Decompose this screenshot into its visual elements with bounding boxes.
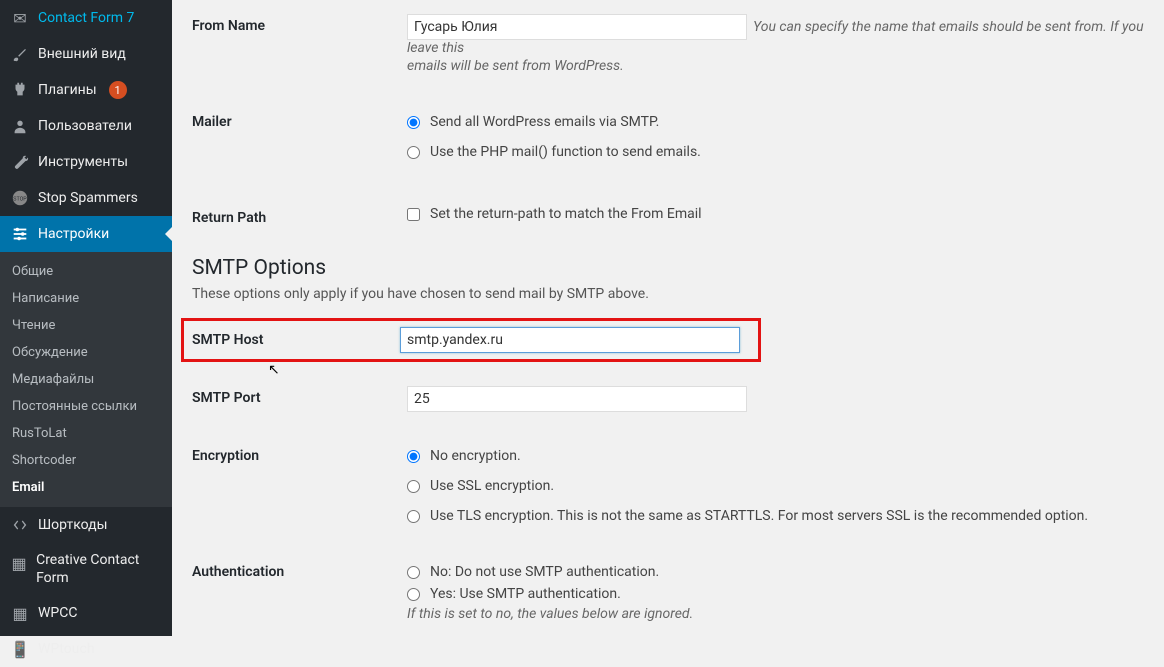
sidebar-item-label: WPCC [38,605,77,621]
from-name-desc-below: emails will be sent from WordPress. [407,58,1144,74]
admin-sidebar: ✉ Contact Form 7 Внешний вид Плагины 1 П… [0,0,172,636]
encryption-tls-radio[interactable] [407,510,420,523]
auth-no-label[interactable]: No: Do not use SMTP authentication. [430,564,659,580]
settings-content: From Name You can specify the name that … [172,0,1164,636]
submenu-general[interactable]: Общие [0,258,172,285]
stop-icon: STOP [10,188,30,208]
mailer-smtp-radio[interactable] [407,116,420,129]
smtp-port-label: SMTP Port [192,386,407,406]
sidebar-item-label: Stop Spammers [38,190,138,206]
from-name-label: From Name [192,14,407,34]
sidebar-item-shortcodes[interactable]: Шорткоды [0,507,172,543]
sidebar-item-tools[interactable]: Инструменты [0,144,172,180]
smtp-options-heading: SMTP Options [192,256,1144,280]
smtp-port-input[interactable] [407,386,747,412]
sidebar-item-label: Внешний вид [38,46,126,62]
return-path-check-label[interactable]: Set the return-path to match the From Em… [430,206,702,222]
mobile-icon: 📱 [10,639,30,659]
return-path-label: Return Path [192,206,407,226]
sidebar-item-users[interactable]: Пользователи [0,108,172,144]
form-icon: ▦ [10,553,28,573]
sidebar-item-plugins[interactable]: Плагины 1 [0,72,172,108]
submenu-rustolat[interactable]: RusToLat [0,420,172,447]
mailer-php-radio[interactable] [407,146,420,159]
row-encryption: Encryption No encryption. Use SSL encryp… [192,424,1144,546]
return-path-checkbox[interactable] [407,208,420,221]
row-return-path: Return Path Set the return-path to match… [192,182,1144,238]
auth-label: Authentication [192,560,407,580]
mailer-label: Mailer [192,110,407,130]
row-from-name: From Name You can specify the name that … [192,10,1144,86]
submenu-discussion[interactable]: Обсуждение [0,339,172,366]
row-authentication: Authentication No: Do not use SMTP authe… [192,546,1144,634]
submenu-writing[interactable]: Написание [0,285,172,312]
generic-icon: ▦ [10,603,30,623]
submenu-email[interactable]: Email [0,474,172,501]
row-smtp-port: SMTP Port [192,362,1144,424]
auth-note: If this is set to no, the values below a… [407,606,1144,622]
sidebar-item-stop-spammers[interactable]: STOP Stop Spammers [0,180,172,216]
encryption-ssl-radio[interactable] [407,480,420,493]
smtp-options-desc: These options only apply if you have cho… [192,286,1144,302]
sidebar-item-label: WPtouch [38,641,95,657]
sidebar-item-label: Плагины [38,82,97,98]
sidebar-item-wpcc[interactable]: ▦ WPCC [0,595,172,631]
mailer-smtp-label[interactable]: Send all WordPress emails via SMTP. [430,114,659,130]
plug-icon [10,80,30,100]
sidebar-item-label: Пользователи [38,118,132,134]
encryption-ssl-label[interactable]: Use SSL encryption. [430,478,554,494]
submenu-permalinks[interactable]: Постоянные ссылки [0,393,172,420]
sliders-icon [10,224,30,244]
auth-yes-radio[interactable] [407,588,420,601]
auth-no-radio[interactable] [407,566,420,579]
submenu-shortcoder[interactable]: Shortcoder [0,447,172,474]
encryption-none-radio[interactable] [407,450,420,463]
submenu-reading[interactable]: Чтение [0,312,172,339]
sidebar-item-label: Creative Contact Form [36,551,162,587]
sidebar-item-label: Настройки [38,226,109,242]
sidebar-item-label: Инструменты [38,154,128,170]
from-name-input[interactable] [407,14,747,40]
brush-icon [10,44,30,64]
encryption-none-label[interactable]: No encryption. [430,448,521,464]
update-badge: 1 [109,81,127,99]
sidebar-item-wptouch[interactable]: 📱 WPtouch [0,631,172,667]
auth-yes-label[interactable]: Yes: Use SMTP authentication. [430,586,621,602]
sidebar-item-settings[interactable]: Настройки [0,216,172,252]
sidebar-item-creative-contact-form[interactable]: ▦ Creative Contact Form [0,543,172,595]
smtp-host-input[interactable] [400,327,740,353]
sidebar-item-contact-form-7[interactable]: ✉ Contact Form 7 [0,0,172,36]
sidebar-item-label: Contact Form 7 [38,10,134,26]
settings-submenu: Общие Написание Чтение Обсуждение Медиаф… [0,252,172,507]
smtp-host-highlight: SMTP Host [181,318,761,362]
form-icon: ✉ [10,8,30,28]
encryption-label: Encryption [192,444,407,464]
sidebar-item-label: Шорткоды [38,517,107,533]
mailer-php-label[interactable]: Use the PHP mail() function to send emai… [430,144,701,160]
user-icon [10,116,30,136]
row-mailer: Mailer Send all WordPress emails via SMT… [192,86,1144,182]
submenu-media[interactable]: Медиафайлы [0,366,172,393]
svg-text:STOP: STOP [13,197,27,203]
code-icon [10,515,30,535]
encryption-tls-label[interactable]: Use TLS encryption. This is not the same… [430,508,1088,524]
wrench-icon [10,152,30,172]
smtp-host-label: SMTP Host [192,332,400,348]
sidebar-item-appearance[interactable]: Внешний вид [0,36,172,72]
